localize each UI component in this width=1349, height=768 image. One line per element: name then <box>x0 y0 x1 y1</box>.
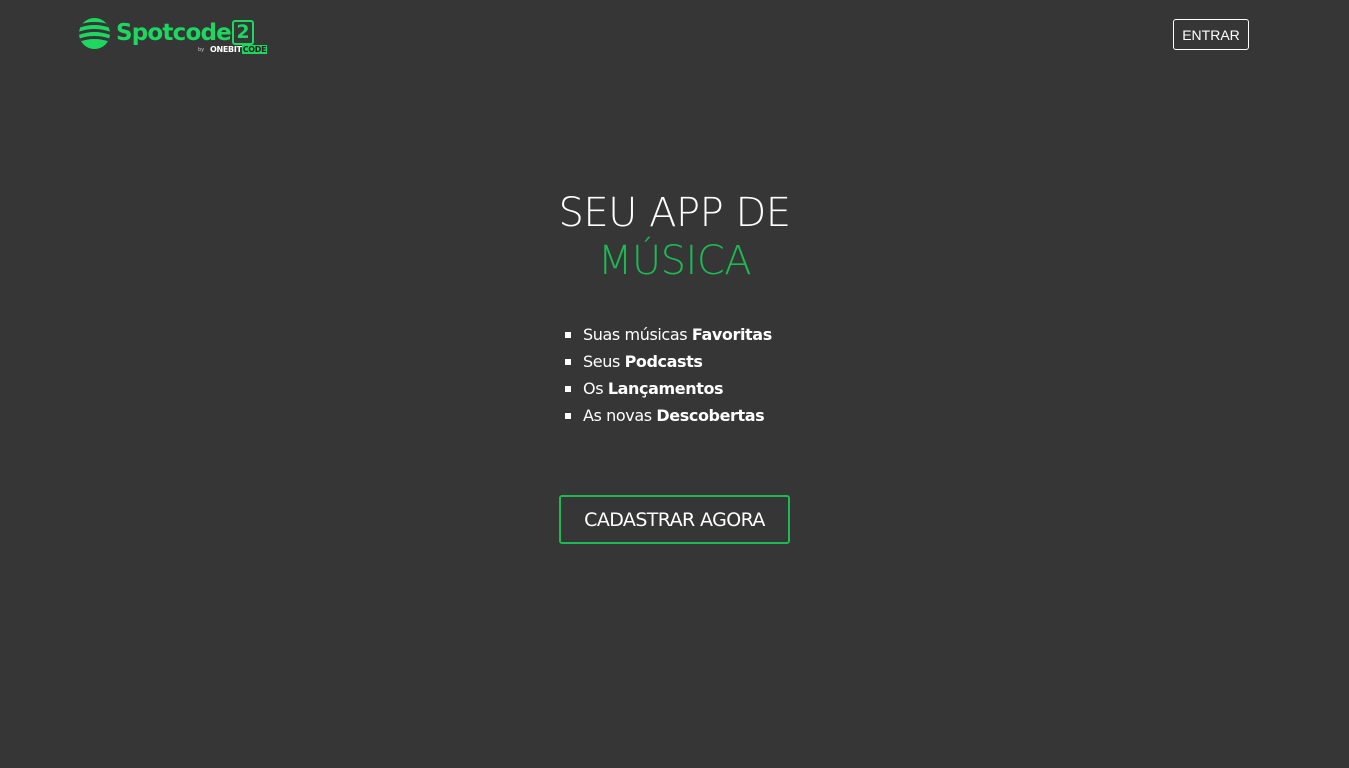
logo-brand-two: CODE <box>241 45 268 54</box>
logo-mark-icon <box>79 18 110 49</box>
landing-page: Spotcode 2 by ONEBITCODE ENTRAR SEU APP … <box>0 0 1349 768</box>
logo-number: 2 <box>232 20 254 45</box>
list-item: Seus Podcasts <box>564 348 772 375</box>
square-bullet-icon <box>565 413 571 419</box>
feature-text: Seus <box>583 352 625 371</box>
spotcode-logo[interactable]: Spotcode 2 by ONEBITCODE <box>79 17 268 57</box>
feature-bold: Lançamentos <box>607 379 724 398</box>
logo-by-text: by <box>198 47 205 53</box>
hero-title-line1: SEU APP DE <box>558 189 791 236</box>
feature-bold: Favoritas <box>691 325 772 344</box>
feature-bold: Podcasts <box>624 352 703 371</box>
features-list: Suas músicas Favoritas Seus Podcasts Os … <box>564 321 772 429</box>
list-item: As novas Descobertas <box>564 402 772 429</box>
logo-brand-one: ONEBIT <box>210 45 242 54</box>
feature-text: Suas músicas <box>583 325 692 344</box>
square-bullet-icon <box>565 386 571 392</box>
hero-title-line2: MÚSICA <box>597 237 752 284</box>
logo-wordmark: Spotcode <box>116 20 232 46</box>
list-item: Suas músicas Favoritas <box>564 321 772 348</box>
feature-text: As novas <box>583 406 657 425</box>
hero-title: SEU APP DE MÚSICA <box>0 189 1349 285</box>
enter-button[interactable]: ENTRAR <box>1173 19 1249 50</box>
square-bullet-icon <box>565 359 571 365</box>
feature-bold: Descobertas <box>656 406 765 425</box>
logo-brand: ONEBITCODE <box>210 45 268 55</box>
feature-text: Os <box>583 379 608 398</box>
list-item: Os Lançamentos <box>564 375 772 402</box>
signup-now-button[interactable]: CADASTRAR AGORA <box>559 495 790 544</box>
square-bullet-icon <box>565 332 571 338</box>
